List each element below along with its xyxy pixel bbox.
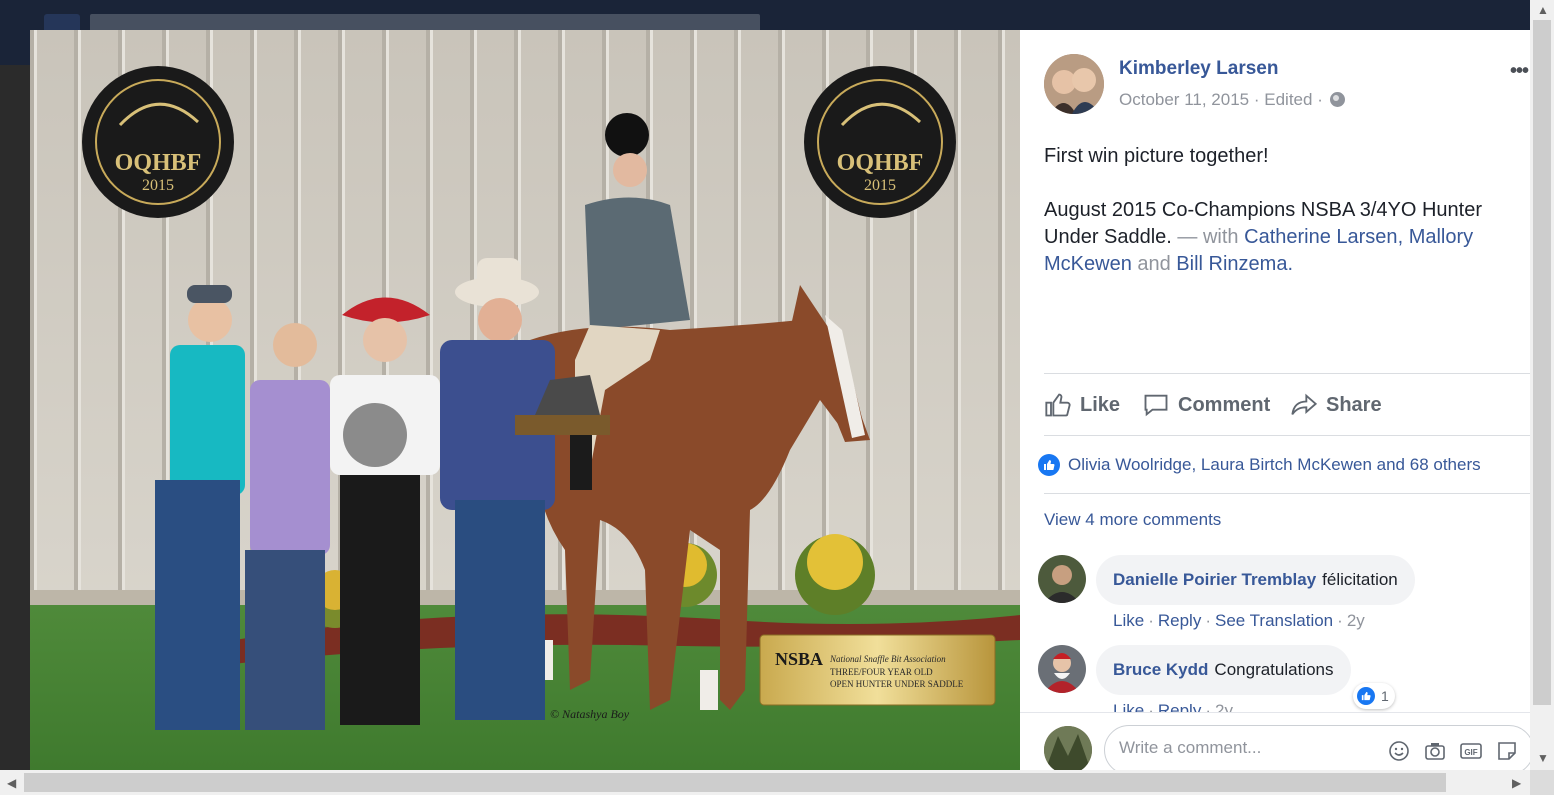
comment-reply-1[interactable]: Reply: [1158, 611, 1201, 630]
share-button[interactable]: Share: [1290, 385, 1382, 425]
comment-like-reaction-icon: [1357, 687, 1375, 705]
comment-button[interactable]: Comment: [1142, 385, 1270, 425]
comment-bubble-1: Danielle Poirier Tremblay félicitation: [1096, 555, 1415, 605]
commenter-avatar-2[interactable]: [1038, 645, 1086, 693]
comment-author-2[interactable]: Bruce Kydd: [1113, 660, 1208, 680]
scrollbar-corner: [1530, 770, 1554, 795]
post-side-panel: Kimberley Larsen October 11, 2015 · Edit…: [1020, 30, 1530, 770]
commenter-avatar-1-image: [1038, 555, 1086, 603]
oqhbf-badge-left: OQHBF 2015: [82, 66, 234, 218]
thumbs-up-icon: [1045, 393, 1071, 417]
camera-icon[interactable]: [1423, 739, 1447, 763]
comment-label: Comment: [1178, 393, 1271, 416]
view-more-comments-link[interactable]: View 4 more comments: [1044, 510, 1221, 530]
post-photo: OQHBF 2015 OQHBF 2015 NSBA National Snaf…: [30, 30, 1020, 770]
comment-bubble-icon: [1144, 394, 1168, 417]
scroll-left-arrow-icon[interactable]: ◀: [7, 777, 16, 789]
badge-right-title: OQHBF: [837, 150, 924, 176]
comment-text-1: félicitation: [1322, 570, 1398, 589]
like-reaction-icon: [1038, 454, 1060, 476]
comment-like-1[interactable]: Like: [1113, 611, 1144, 630]
post-text-line-2: August 2015 Co-Champions NSBA 3/4YO Hunt…: [1044, 197, 1514, 278]
comment-text-2: Congratulations: [1214, 660, 1334, 679]
oqhbf-badge-right: OQHBF 2015: [804, 66, 956, 218]
commenter-avatar-2-image: [1038, 645, 1086, 693]
author-avatar-image: [1044, 54, 1104, 114]
meta-separator-1: ·: [1253, 90, 1260, 109]
commenter-avatar-1[interactable]: [1038, 555, 1086, 603]
plaque-line-3: OPEN HUNTER UNDER SADDLE: [830, 679, 964, 689]
like-label: Like: [1080, 393, 1121, 416]
see-translation-link[interactable]: See Translation: [1215, 611, 1333, 630]
share-label: Share: [1326, 393, 1382, 416]
author-name[interactable]: Kimberley Larsen: [1119, 58, 1278, 80]
post-text: First win picture together! August 2015 …: [1044, 143, 1514, 278]
reactions-summary[interactable]: Olivia Woolridge, Laura Birtch McKewen a…: [1038, 453, 1481, 477]
tag-comma: ,: [1397, 226, 1409, 248]
plaque-line-1: National Snaffle Bit Association: [829, 654, 946, 664]
divider-top: [1044, 373, 1530, 374]
post-meta: October 11, 2015 · Edited ·: [1119, 90, 1345, 110]
tag-and: and: [1131, 253, 1177, 275]
more-options-icon[interactable]: •••: [1510, 60, 1529, 83]
comment-bubble-2: Bruce Kydd Congratulations: [1096, 645, 1351, 695]
comment-composer: GIF: [1020, 712, 1530, 770]
divider-middle: [1044, 435, 1530, 436]
comment-reaction-chip[interactable]: 1: [1353, 683, 1395, 709]
badge-right-year: 2015: [864, 177, 896, 194]
photo-viewer[interactable]: OQHBF 2015 OQHBF 2015 NSBA National Snaf…: [30, 30, 1020, 770]
gif-icon[interactable]: GIF: [1459, 739, 1483, 763]
edited-label[interactable]: Edited: [1264, 90, 1312, 109]
divider-bottom: [1044, 493, 1530, 494]
comment-time-1[interactable]: 2y: [1347, 611, 1365, 630]
scroll-down-arrow-icon[interactable]: ▼: [1537, 752, 1549, 764]
photo-credit: © Natashya Boy: [550, 707, 630, 721]
like-button[interactable]: Like: [1044, 385, 1120, 425]
sticker-icon[interactable]: [1495, 739, 1519, 763]
comment-reaction-count: 1: [1381, 688, 1389, 704]
svg-text:GIF: GIF: [1464, 748, 1477, 757]
plaque-logo: NSBA: [775, 649, 823, 669]
comment-input-box: GIF: [1104, 725, 1530, 770]
nsba-plaque: NSBA National Snaffle Bit Association TH…: [759, 634, 996, 706]
emoji-icon[interactable]: [1387, 739, 1411, 763]
comment-author-1[interactable]: Danielle Poirier Tremblay: [1113, 570, 1316, 590]
tag-catherine[interactable]: Catherine Larsen: [1244, 226, 1397, 248]
vertical-scrollbar-thumb[interactable]: [1533, 20, 1551, 705]
comment-actions-1: Like · Reply · See Translation · 2y: [1113, 611, 1365, 630]
meta-separator-2: ·: [1317, 90, 1323, 109]
author-avatar[interactable]: [1044, 54, 1104, 114]
with-prefix: — with: [1171, 226, 1245, 248]
reactions-names: Olivia Woolridge, Laura Birtch McKewen a…: [1068, 455, 1481, 474]
tag-bill[interactable]: Bill Rinzema: [1176, 253, 1287, 275]
horizontal-scrollbar-thumb[interactable]: [24, 773, 1446, 792]
my-avatar-image: [1044, 726, 1092, 770]
post-text-line-1: First win picture together!: [1044, 145, 1269, 167]
scroll-right-arrow-icon[interactable]: ▶: [1512, 777, 1521, 789]
person-2: [245, 323, 330, 730]
share-arrow-icon: [1291, 393, 1318, 415]
comment-input[interactable]: [1119, 738, 1369, 758]
badge-left-title: OQHBF: [115, 150, 202, 176]
tag-period: .: [1287, 253, 1294, 275]
post-actions: Like Comment Share: [1044, 385, 1530, 425]
post-header: Kimberley Larsen October 11, 2015 · Edit…: [1044, 54, 1524, 114]
plaque-line-2: THREE/FOUR YEAR OLD: [830, 667, 933, 677]
badge-left-year: 2015: [142, 177, 174, 194]
my-avatar: [1044, 726, 1092, 770]
scroll-up-arrow-icon[interactable]: ▲: [1537, 4, 1549, 16]
post-date[interactable]: October 11, 2015: [1119, 90, 1249, 109]
globe-icon[interactable]: [1329, 92, 1345, 107]
